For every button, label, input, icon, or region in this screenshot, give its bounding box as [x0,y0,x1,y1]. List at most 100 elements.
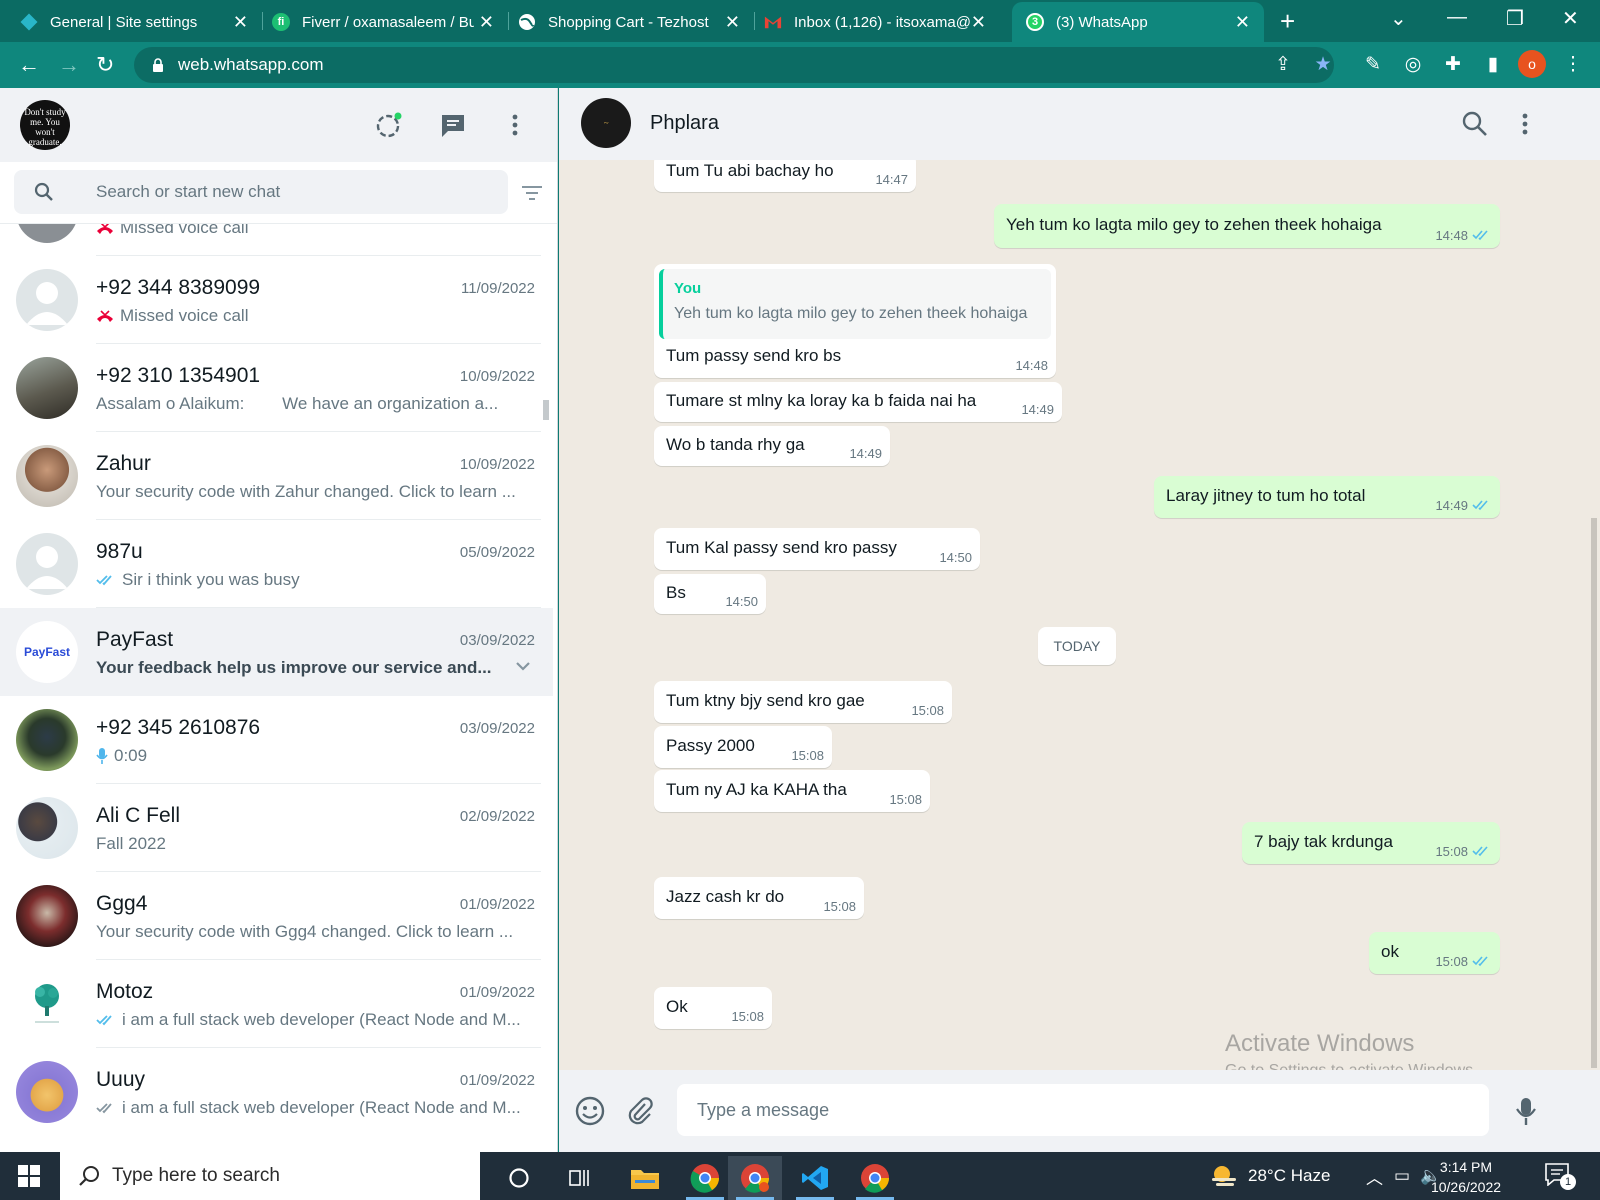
emoji-icon[interactable] [573,1094,607,1128]
side-panel-icon[interactable]: ▮ [1482,54,1504,76]
task-view-icon[interactable] [552,1156,606,1200]
close-icon[interactable]: ✕ [1235,12,1250,33]
windows-start-icon[interactable] [18,1165,40,1187]
chat-item-uuuy[interactable]: Uuuy 01/09/2022 i am a full stack web de… [0,1048,553,1136]
day-separator-text: TODAY [1053,638,1101,654]
chat-preview-text: Missed voice call [120,306,249,325]
chat-item-payfast[interactable]: PayFast PayFast 03/09/2022 Your feedback… [0,608,553,696]
chat-list-scrollbar[interactable] [543,400,549,420]
new-chat-icon[interactable] [438,110,468,140]
conversation-scrollbar[interactable] [1591,518,1597,1068]
attach-paperclip-icon[interactable] [623,1094,657,1128]
tab-gmail[interactable]: Inbox (1,126) - itsoxama@ ✕ [756,2,1000,42]
message-text: Yeh tum ko lagta milo gey to zehen theek… [1006,215,1382,234]
chevron-down-icon[interactable] [515,660,531,672]
cortana-icon[interactable] [492,1156,546,1200]
message-incoming-reply[interactable]: You Yeh tum ko lagta milo gey to zehen t… [654,264,1056,378]
message-text: Tum Kal passy send kro passy [666,538,897,557]
chat-item-partial[interactable]: Missed voice call [0,224,553,256]
message-incoming[interactable]: Tum ny AJ ka KAHA tha 15:08 [654,770,930,812]
contact-name[interactable]: Phplara [650,112,719,135]
message-incoming[interactable]: Tum Tu abi bachay ho 14:47 [654,160,916,192]
tab-search-chevron-icon[interactable]: ⌄ [1390,6,1407,31]
forward-arrow-icon[interactable]: → [58,52,80,78]
double-tick-icon [96,575,112,586]
minimize-icon[interactable]: — [1447,6,1467,29]
tab-site-settings[interactable]: General | Site settings ✕ [0,2,262,42]
message-incoming[interactable]: Jazz cash kr do 15:08 [654,877,864,919]
search-input[interactable] [96,170,496,214]
tray-chevron-up-icon[interactable]: ︿ [1366,1152,1383,1200]
avatar [16,885,78,947]
conversation-menu-icon[interactable] [1511,110,1539,138]
taskbar-search-box[interactable]: Type here to search [60,1152,480,1200]
notifications-icon[interactable]: 1 [1544,1162,1584,1192]
my-profile-avatar[interactable]: Don't study me. You won't graduate. [20,100,70,150]
message-outgoing[interactable]: ok 15:08 [1369,932,1500,974]
close-icon[interactable]: ✕ [971,12,986,33]
weather-widget[interactable]: 28°C Haze [1210,1152,1330,1200]
chrome-active-taskbar-icon[interactable] [728,1156,782,1200]
chrome-taskbar-icon[interactable] [678,1156,732,1200]
chat-item-987u[interactable]: 987u 05/09/2022 Sir i think you was busy [0,520,553,608]
share-icon[interactable]: ⇪ [1272,54,1294,76]
message-incoming[interactable]: Bs 14:50 [654,574,766,614]
pen-extension-icon[interactable]: ✎ [1362,54,1384,76]
microphone-icon[interactable] [1509,1094,1543,1128]
contact-avatar[interactable]: ~ [581,98,631,148]
message-incoming[interactable]: Wo b tanda rhy ga 14:49 [654,426,890,466]
tab-shopping-cart[interactable]: Shopping Cart - Tezhost ✕ [510,2,754,42]
chat-item-ggg4[interactable]: Ggg4 01/09/2022 Your security code with … [0,872,553,960]
chat-item-zahur[interactable]: Zahur 10/09/2022 Your security code with… [0,432,553,520]
close-icon[interactable]: ✕ [725,12,740,33]
network-icon[interactable]: ▭ [1394,1152,1410,1200]
chat-date: 10/09/2022 [459,368,535,385]
file-explorer-icon[interactable] [618,1156,672,1200]
status-icon[interactable] [374,110,404,140]
message-incoming[interactable]: Tum ktny bjy send kro gae 15:08 [654,681,952,723]
chat-item-ali-c-fell[interactable]: Ali C Fell 02/09/2022 Fall 2022 [0,784,553,872]
message-outgoing[interactable]: 7 bajy tak krdunga 15:08 [1242,822,1500,864]
close-window-icon[interactable]: ✕ [1562,6,1579,31]
message-incoming[interactable]: Tumare st mlny ka loray ka b faida nai h… [654,382,1062,422]
clock-time: 3:14 PM [1439,1159,1493,1175]
tab-whatsapp[interactable]: 3 (3) WhatsApp ✕ [1012,2,1264,42]
address-bar[interactable]: web.whatsapp.com [134,47,1334,83]
search-icon[interactable] [34,182,54,202]
tab-fiverr[interactable]: fi Fiverr / oxamasaleem / Bu ✕ [264,2,508,42]
chat-date: 01/09/2022 [459,896,535,913]
close-icon[interactable]: ✕ [233,12,248,33]
vscode-icon[interactable] [788,1156,842,1200]
taskbar-clock[interactable]: 3:14 PM 10/26/2022 [1426,1157,1506,1197]
chat-item-923448389099[interactable]: +92 344 8389099 11/09/2022 Missed voice … [0,256,553,344]
chat-preview: Your feedback help us improve our servic… [96,658,496,678]
message-outgoing[interactable]: Laray jitney to tum ho total 14:49 [1154,476,1500,518]
message-time: 14:50 [939,550,972,565]
target-extension-icon[interactable]: ◎ [1402,54,1424,76]
new-tab-plus-icon[interactable]: + [1280,6,1295,37]
message-outgoing[interactable]: Yeh tum ko lagta milo gey to zehen theek… [994,204,1500,248]
chat-item-923452610876[interactable]: +92 345 2610876 03/09/2022 0:09 [0,696,553,784]
missed-call-icon [97,310,113,322]
close-icon[interactable]: ✕ [479,12,494,33]
my-avatar-text: Don't study me. You won't graduate. [24,107,66,147]
menu-kebab-icon[interactable] [500,110,530,140]
reload-icon[interactable]: ↻ [96,52,114,78]
message-incoming[interactable]: Tum Kal passy send kro passy 14:50 [654,528,980,570]
quoted-message[interactable]: You Yeh tum ko lagta milo gey to zehen t… [659,269,1051,339]
message-incoming[interactable]: Passy 2000 15:08 [654,726,832,768]
message-incoming[interactable]: Ok 15:08 [654,987,772,1029]
filter-icon[interactable] [520,182,544,204]
contact-avatar-script: ~ [603,118,609,128]
puzzle-extensions-icon[interactable]: ✚ [1442,54,1464,76]
profile-avatar[interactable]: o [1518,50,1546,78]
back-arrow-icon[interactable]: ← [18,52,40,78]
search-messages-icon[interactable] [1461,110,1489,138]
restore-icon[interactable]: ❐ [1506,6,1524,31]
message-input[interactable] [677,1084,1489,1136]
browser-menu-icon[interactable]: ⋮ [1562,54,1584,76]
bookmark-star-icon[interactable]: ★ [1312,54,1334,76]
chat-item-motoz[interactable]: Motoz 01/09/2022 i am a full stack web d… [0,960,553,1048]
chrome-second-taskbar-icon[interactable] [848,1156,902,1200]
chat-item-923101354901[interactable]: +92 310 1354901 10/09/2022 Assalam o Ala… [0,344,553,432]
